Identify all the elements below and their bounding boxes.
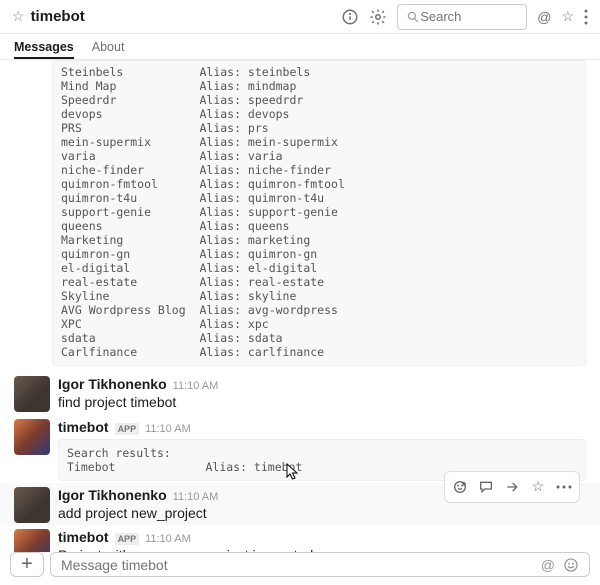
emoji-icon[interactable] bbox=[563, 557, 579, 573]
timestamp: 11:10 AM bbox=[145, 423, 191, 435]
message-actions: ☆ bbox=[444, 471, 580, 503]
tab-messages[interactable]: Messages bbox=[14, 34, 74, 59]
compose-input[interactable] bbox=[61, 557, 533, 573]
tabs-bar: Messages About bbox=[0, 34, 600, 60]
thread-icon[interactable] bbox=[474, 475, 498, 499]
sender-name[interactable]: Igor Tikhonenko bbox=[58, 376, 167, 392]
more-icon[interactable] bbox=[584, 9, 588, 25]
channel-title: timebot bbox=[31, 8, 85, 25]
search-icon bbox=[406, 10, 420, 24]
info-icon[interactable] bbox=[341, 8, 359, 26]
app-badge: APP bbox=[115, 533, 140, 545]
message-row: Igor Tikhonenko 11:10 AM find project ti… bbox=[0, 372, 600, 415]
tab-about[interactable]: About bbox=[92, 34, 125, 59]
gear-icon[interactable] bbox=[369, 8, 387, 26]
sender-name[interactable]: Igor Tikhonenko bbox=[58, 487, 167, 503]
message-text: find project timebot bbox=[58, 393, 586, 413]
search-input[interactable] bbox=[420, 9, 510, 24]
star-header-icon[interactable]: ☆ bbox=[561, 8, 574, 25]
avatar[interactable] bbox=[14, 529, 50, 552]
compose-box[interactable]: @ bbox=[50, 552, 590, 577]
message-row: ☆ Igor Tikhonenko 11:10 AM add project n… bbox=[0, 483, 600, 526]
message-row: timebot APP 11:10 AM Project with name n… bbox=[0, 525, 600, 552]
star-icon[interactable]: ☆ bbox=[12, 8, 25, 25]
more-actions-icon[interactable] bbox=[552, 475, 576, 499]
mentions-icon[interactable]: @ bbox=[537, 9, 551, 25]
messages-area: Today Steinbels Alias: steinbels Mind Ma… bbox=[0, 60, 600, 552]
timestamp: 11:10 AM bbox=[145, 533, 191, 545]
app-badge: APP bbox=[115, 423, 140, 435]
message-text: add project new_project bbox=[58, 504, 586, 524]
timestamp: 11:10 AM bbox=[173, 491, 219, 503]
project-list-block: Steinbels Alias: steinbels Mind Map Alia… bbox=[52, 60, 586, 366]
attach-button[interactable]: + bbox=[10, 552, 44, 577]
bookmark-icon[interactable]: ☆ bbox=[526, 475, 550, 499]
sender-name[interactable]: timebot bbox=[58, 529, 109, 545]
channel-header: ☆ timebot @ ☆ bbox=[0, 0, 600, 34]
avatar[interactable] bbox=[14, 419, 50, 455]
share-icon[interactable] bbox=[500, 475, 524, 499]
mention-icon[interactable]: @ bbox=[541, 557, 555, 573]
sender-name[interactable]: timebot bbox=[58, 419, 109, 435]
avatar[interactable] bbox=[14, 487, 50, 523]
composer: + @ bbox=[10, 552, 590, 577]
avatar[interactable] bbox=[14, 376, 50, 412]
timestamp: 11:10 AM bbox=[173, 380, 219, 392]
react-icon[interactable] bbox=[448, 475, 472, 499]
search-box[interactable] bbox=[397, 4, 527, 30]
